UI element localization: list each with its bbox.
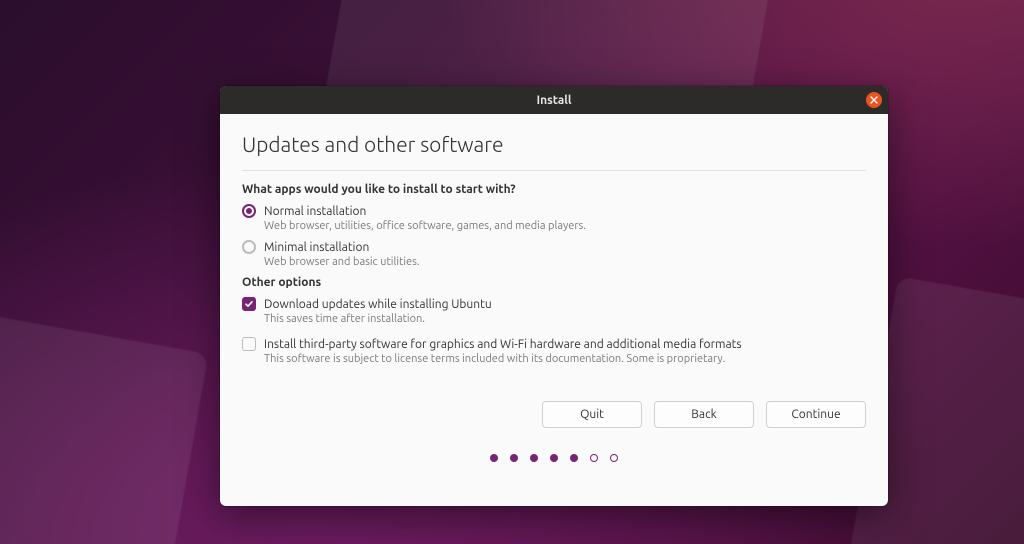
pager-dot: [490, 454, 498, 462]
other-options-heading: Other options: [242, 276, 866, 289]
desktop-wallpaper: Install Updates and other software What …: [0, 0, 1024, 544]
close-button[interactable]: [866, 92, 882, 108]
installer-window: Install Updates and other software What …: [220, 86, 888, 506]
pager-dot: [530, 454, 538, 462]
apps-question: What apps would you like to install to s…: [242, 183, 866, 196]
check-icon: [244, 299, 254, 309]
checkbox-icon: [242, 297, 256, 311]
checkbox-download-updates-desc: This saves time after installation.: [264, 313, 866, 325]
window-title: Install: [220, 94, 888, 107]
radio-normal-installation[interactable]: Normal installation: [242, 204, 866, 218]
pager-dot: [610, 454, 618, 462]
pager-dot: [550, 454, 558, 462]
page-title: Updates and other software: [242, 132, 866, 156]
radio-label: Minimal installation: [264, 241, 369, 254]
checkbox-third-party[interactable]: Install third-party software for graphic…: [242, 337, 866, 351]
checkbox-download-updates[interactable]: Download updates while installing Ubuntu: [242, 297, 866, 311]
checkbox-label: Install third-party software for graphic…: [264, 338, 742, 351]
checkbox-third-party-desc: This software is subject to license term…: [264, 353, 866, 365]
wallpaper-shape: [0, 291, 209, 544]
pager-dot: [510, 454, 518, 462]
installer-content: Updates and other software What apps wou…: [220, 114, 888, 365]
quit-button[interactable]: Quit: [542, 401, 642, 428]
checkbox-icon: [242, 337, 256, 351]
radio-label: Normal installation: [264, 205, 366, 218]
button-bar: Quit Back Continue: [220, 401, 888, 428]
checkbox-label: Download updates while installing Ubuntu: [264, 298, 492, 311]
close-icon: [870, 96, 878, 104]
progress-pager: [220, 454, 888, 462]
pager-dot: [570, 454, 578, 462]
radio-minimal-installation[interactable]: Minimal installation: [242, 240, 866, 254]
radio-normal-desc: Web browser, utilities, office software,…: [264, 220, 866, 232]
pager-dot: [590, 454, 598, 462]
continue-button[interactable]: Continue: [766, 401, 866, 428]
radio-minimal-desc: Web browser and basic utilities.: [264, 256, 866, 268]
radio-icon: [242, 240, 256, 254]
back-button[interactable]: Back: [654, 401, 754, 428]
radio-icon: [242, 204, 256, 218]
divider: [242, 170, 866, 171]
titlebar[interactable]: Install: [220, 86, 888, 114]
